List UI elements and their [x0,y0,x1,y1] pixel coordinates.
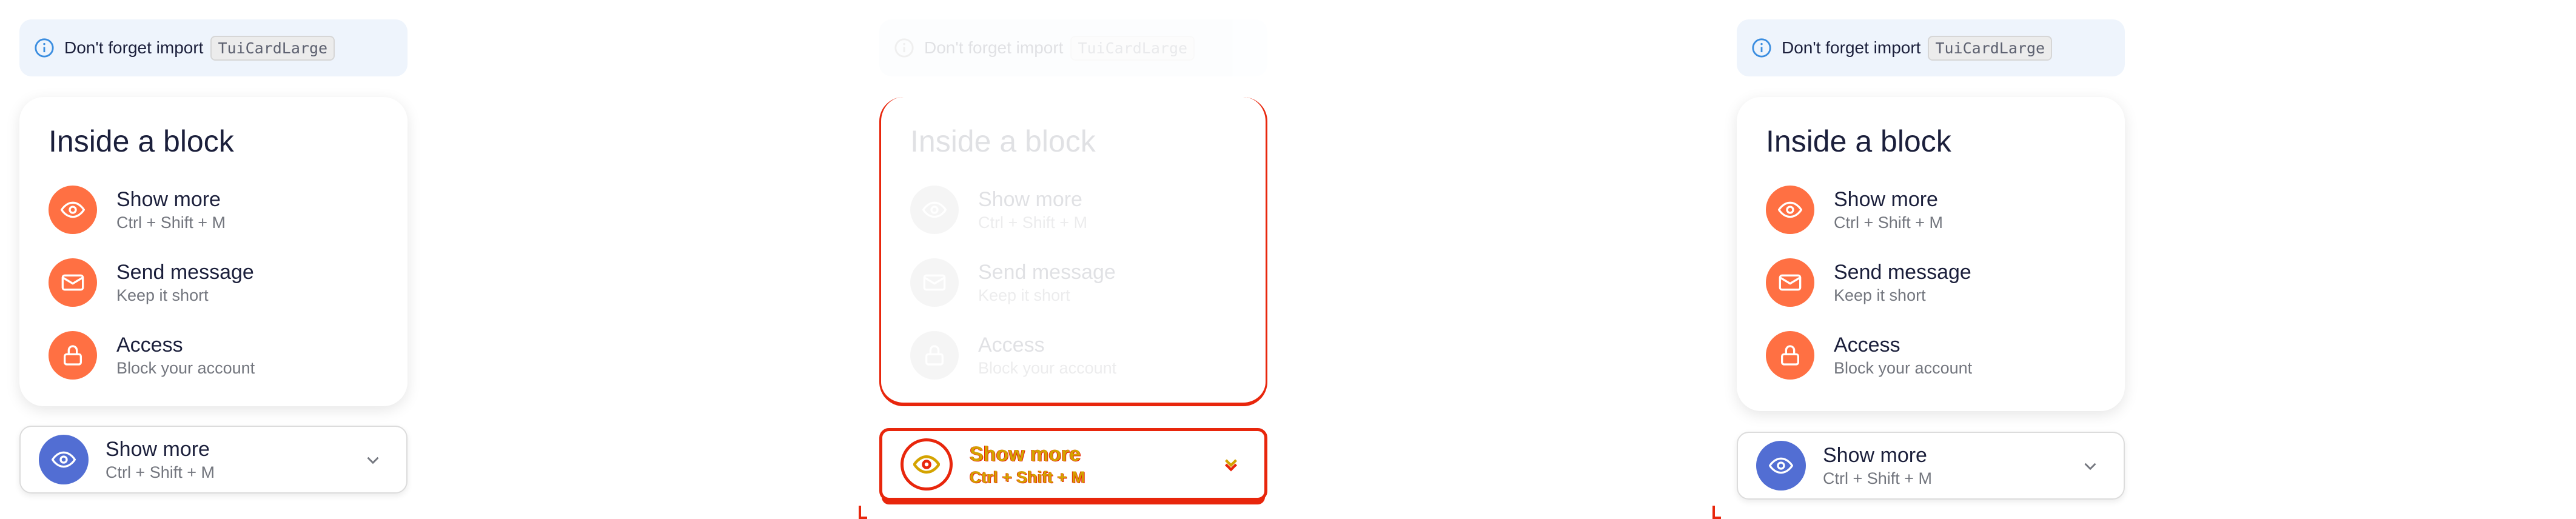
item-subtitle: Keep it short [116,286,209,304]
chevron-down-icon[interactable] [2080,456,2101,477]
select-subtitle: Ctrl + Shift + M [106,463,215,481]
info-icon [1752,38,1771,58]
info-icon [35,38,54,58]
eye-icon [1766,186,1814,234]
card-large: Inside a block Show more Ctrl + Shift + M… [19,97,408,406]
example-panel-middle: Don't forget import TuiCardLarge Inside … [859,0,1267,519]
notice-code: TuiCardLarge [1070,35,1195,61]
item-subtitle: Ctrl + Shift + M [1834,213,1944,232]
notice-text: Don't forget import [1782,38,1921,57]
notice-text: Don't forget import [924,38,1064,57]
show-more-select[interactable]: Show more Ctrl + Shift + M [879,428,1267,501]
card-item-show-more[interactable]: Show more Ctrl + Shift + M [1766,173,2125,246]
item-title: Show more [116,188,221,211]
eye-icon [901,438,953,491]
item-title: Access [978,333,1045,357]
select-title: Show more [1823,444,1927,467]
show-more-select[interactable]: Show more Ctrl + Shift + M [19,426,408,494]
item-subtitle: Keep it short [978,286,1070,304]
notice-text: Don't forget import [64,38,204,57]
card-large: Inside a block Show more Ctrl + Shift + M… [879,97,1267,406]
import-notice: Don't forget import TuiCardLarge [1737,19,2125,76]
notice-code: TuiCardLarge [210,35,335,61]
mail-icon [910,258,959,307]
item-title: Access [116,333,183,357]
info-icon [894,38,914,58]
card-title: Inside a block [49,124,234,158]
error-marker [1712,506,1721,519]
lock-icon [910,331,959,380]
card-item-send-message[interactable]: Send message Keep it short [910,246,1266,319]
item-subtitle: Ctrl + Shift + M [978,213,1088,232]
chevron-down-icon[interactable] [1221,454,1241,475]
lock-icon [1766,331,1814,380]
card-large: Inside a block Show more Ctrl + Shift + M… [1737,97,2125,411]
select-title: Show more [970,443,1081,466]
card-item-show-more[interactable]: Show more Ctrl + Shift + M [49,173,408,246]
item-subtitle: Block your account [978,359,1117,377]
item-title: Send message [978,261,1116,284]
example-panel-right: Don't forget import TuiCardLarge Inside … [1712,0,2125,519]
card-item-access[interactable]: Access Block your account [910,319,1266,392]
item-title: Access [1834,333,1900,357]
card-item-send-message[interactable]: Send message Keep it short [49,246,408,319]
card-item-show-more[interactable]: Show more Ctrl + Shift + M [910,173,1266,246]
card-title: Inside a block [910,124,1096,158]
item-subtitle: Keep it short [1834,286,1926,304]
card-item-access[interactable]: Access Block your account [49,319,408,392]
chevron-down-icon[interactable] [363,450,383,470]
import-notice: Don't forget import TuiCardLarge [19,19,408,76]
example-panel-left: Don't forget import TuiCardLarge Inside … [19,0,408,519]
select-subtitle: Ctrl + Shift + M [1823,469,1933,487]
notice-code: TuiCardLarge [1928,35,2053,61]
card-content: Inside a block Show more Ctrl + Shift + M… [910,124,1266,392]
item-subtitle: Ctrl + Shift + M [116,213,226,232]
item-title: Send message [1834,261,1971,284]
eye-icon [39,435,89,484]
eye-icon [49,186,97,234]
show-more-select[interactable]: Show more Ctrl + Shift + M [1737,432,2125,500]
select-title: Show more [106,438,210,461]
item-title: Show more [978,188,1082,211]
item-title: Show more [1834,188,1938,211]
card-title: Inside a block [1766,124,1951,158]
select-subtitle: Ctrl + Shift + M [970,468,1085,486]
eye-icon [910,186,959,234]
item-subtitle: Block your account [116,359,255,377]
item-title: Send message [116,261,254,284]
item-subtitle: Block your account [1834,359,1973,377]
mail-icon [1766,258,1814,307]
error-marker [859,506,867,519]
card-item-access[interactable]: Access Block your account [1766,319,2125,392]
lock-icon [49,331,97,380]
card-item-send-message[interactable]: Send message Keep it short [1766,246,2125,319]
eye-icon [1756,441,1806,491]
mail-icon [49,258,97,307]
import-notice: Don't forget import TuiCardLarge [879,19,1267,76]
